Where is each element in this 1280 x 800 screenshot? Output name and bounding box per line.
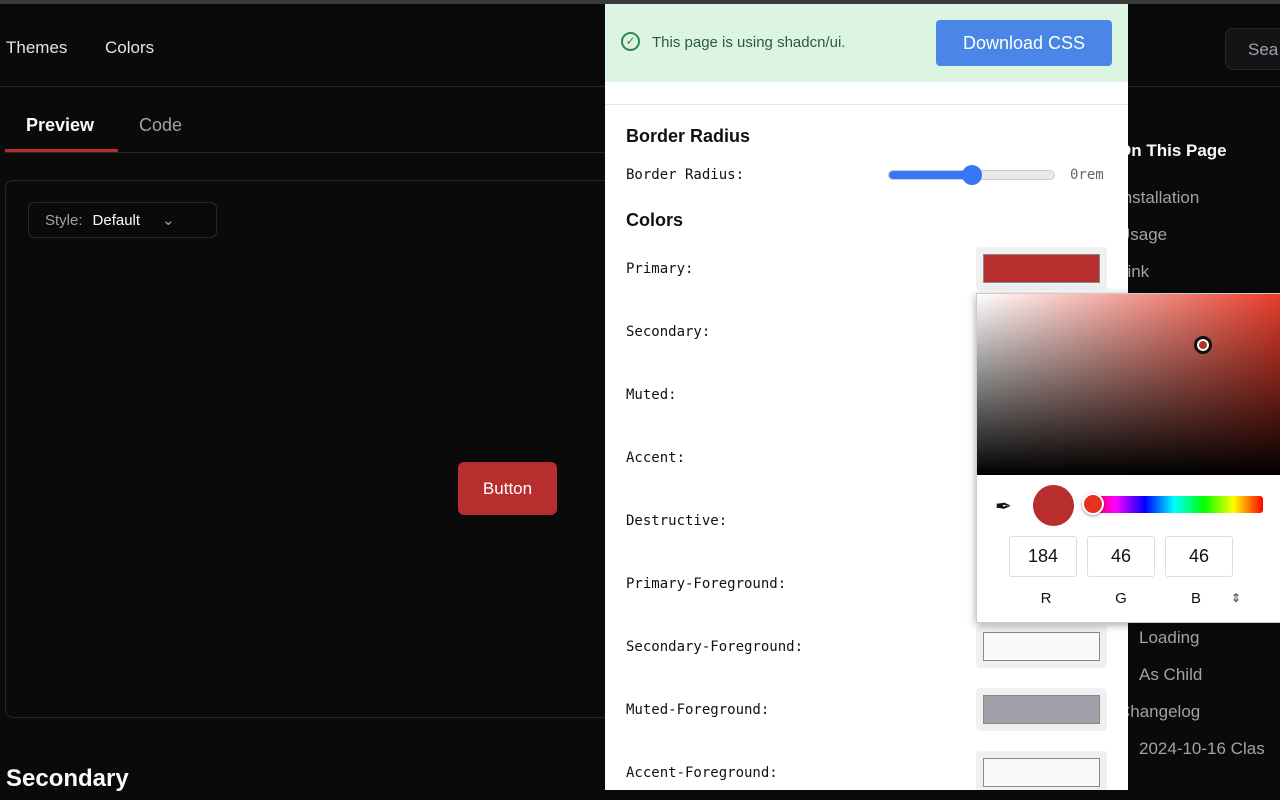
nav-colors[interactable]: Colors — [105, 38, 154, 58]
color-picker: ✒ 184 46 46 R G B ⇕ — [976, 293, 1280, 623]
color-preview-swatch — [1033, 485, 1074, 526]
tab-active-indicator — [5, 149, 118, 152]
hue-slider[interactable] — [1086, 496, 1263, 513]
status-banner: ✓ This page is using shadcn/ui. Download… — [605, 4, 1128, 82]
style-label: Style: — [45, 211, 83, 229]
divider — [605, 104, 1128, 105]
hue-handle[interactable] — [1082, 493, 1104, 515]
color-swatch-button[interactable] — [976, 688, 1107, 731]
color-label: Destructive: — [626, 513, 728, 529]
color-label: Secondary-Foreground: — [626, 639, 804, 655]
color-swatch-fill — [983, 254, 1100, 283]
color-label: Primary: — [626, 261, 694, 277]
tab-code[interactable]: Code — [139, 115, 182, 136]
color-swatch-fill — [983, 758, 1100, 787]
slider-thumb[interactable] — [962, 165, 982, 185]
blue-label: B — [1190, 590, 1201, 607]
search-input[interactable]: Sea — [1225, 28, 1280, 70]
border-radius-label: Border Radius: — [626, 167, 745, 183]
nav-themes[interactable]: Themes — [6, 38, 67, 58]
border-radius-value: 0rem — [1070, 167, 1104, 183]
red-label: R — [1040, 590, 1052, 607]
toc-item[interactable]: Loading — [1139, 628, 1200, 648]
toc-item[interactable]: Changelog — [1118, 702, 1200, 722]
toc-title: On This Page — [1118, 141, 1227, 160]
banner-text: This page is using shadcn/ui. — [652, 34, 846, 51]
chevron-down-icon: ⌄ — [162, 212, 175, 229]
color-swatch-button[interactable] — [976, 751, 1107, 790]
toc-item[interactable]: As Child — [1139, 665, 1202, 685]
blue-input[interactable]: 46 — [1165, 536, 1233, 577]
color-label: Muted: — [626, 387, 677, 403]
saturation-area[interactable] — [977, 294, 1280, 475]
color-label: Secondary: — [626, 324, 711, 340]
border-radius-heading: Border Radius — [626, 126, 751, 146]
red-input[interactable]: 184 — [1009, 536, 1077, 577]
preview-area — [5, 180, 645, 718]
color-label: Muted-Foreground: — [626, 702, 770, 718]
color-swatch-button[interactable] — [976, 247, 1107, 290]
color-swatch-button[interactable] — [976, 625, 1107, 668]
section-heading: Secondary — [6, 765, 129, 792]
color-label: Accent: — [626, 450, 686, 466]
saturation-handle[interactable] — [1194, 336, 1212, 354]
style-value: Default — [92, 211, 141, 229]
preview-button[interactable]: Button — [458, 462, 557, 515]
tabs-divider — [5, 152, 645, 153]
color-swatch-fill — [983, 632, 1100, 661]
colors-heading: Colors — [626, 210, 684, 230]
check-circle-icon: ✓ — [621, 32, 640, 51]
green-label: G — [1115, 590, 1127, 607]
download-css-button[interactable]: Download CSS — [936, 20, 1112, 66]
tab-preview[interactable]: Preview — [26, 115, 94, 136]
toc-item[interactable]: Installation — [1118, 188, 1199, 208]
eyedropper-icon[interactable]: ✒ — [995, 494, 1012, 519]
toc-item[interactable]: 2024-10-16 Clas — [1139, 739, 1265, 759]
style-select[interactable]: Style: Default ⌄ — [28, 202, 217, 238]
color-label: Accent-Foreground: — [626, 765, 778, 781]
color-swatch-fill — [983, 695, 1100, 724]
format-toggle-icon[interactable]: ⇕ — [1231, 591, 1241, 605]
green-input[interactable]: 46 — [1087, 536, 1155, 577]
color-label: Primary-Foreground: — [626, 576, 787, 592]
